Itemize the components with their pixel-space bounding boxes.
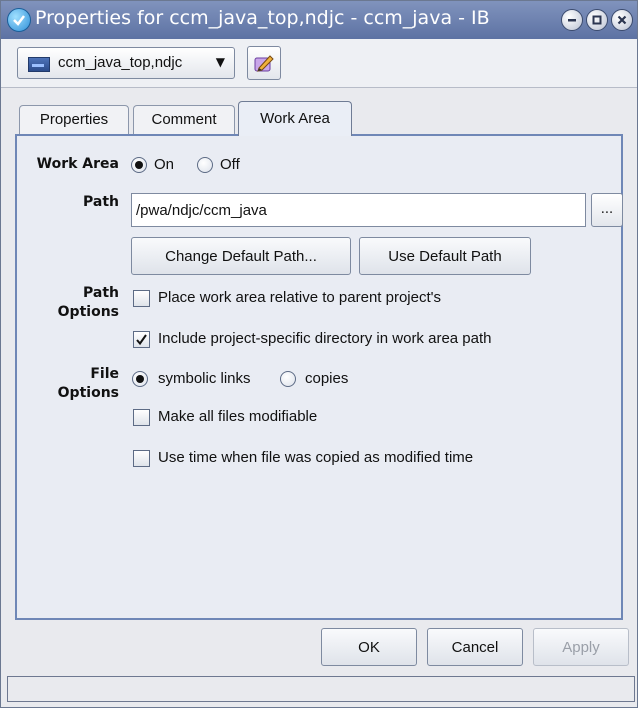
ok-button[interactable]: OK <box>321 628 417 666</box>
include-project-dir-label[interactable]: Include project-specific directory in wo… <box>158 330 492 347</box>
toolbar: ccm_java_top,ndjc ▼ <box>1 39 637 88</box>
edit-button[interactable] <box>247 46 281 80</box>
change-default-path-button[interactable]: Change Default Path... <box>131 237 351 275</box>
symbolic-links-label[interactable]: symbolic links <box>158 370 251 387</box>
make-files-modifiable-checkbox[interactable] <box>133 409 150 426</box>
window-title: Properties for ccm_java_top,ndjc - ccm_j… <box>35 7 490 29</box>
copies-radio[interactable] <box>280 371 296 387</box>
include-project-dir-checkbox[interactable] <box>133 331 150 348</box>
path-label: Path <box>83 194 119 210</box>
use-copy-time-label[interactable]: Use time when file was copied as modifie… <box>158 449 473 466</box>
title-bar[interactable]: Properties for ccm_java_top,ndjc - ccm_j… <box>1 1 637 39</box>
edit-pencil-icon <box>254 55 274 72</box>
tab-bar: Properties Comment Work Area <box>1 101 637 136</box>
project-icon <box>28 57 50 72</box>
work-area-on-radio[interactable] <box>131 157 147 173</box>
relative-to-parent-label[interactable]: Place work area relative to parent proje… <box>158 289 441 306</box>
relative-to-parent-checkbox[interactable] <box>133 290 150 307</box>
chevron-down-icon: ▼ <box>215 55 225 69</box>
symbolic-links-radio[interactable] <box>132 371 148 387</box>
apply-button[interactable]: Apply <box>533 628 629 666</box>
make-files-modifiable-label[interactable]: Make all files modifiable <box>158 408 317 425</box>
tab-work-area[interactable]: Work Area <box>238 101 352 136</box>
maximize-icon[interactable] <box>586 9 608 31</box>
project-selector-value: ccm_java_top,ndjc <box>58 54 183 71</box>
cancel-button[interactable]: Cancel <box>427 628 523 666</box>
path-options-label-line2: Options <box>57 304 119 320</box>
minimize-icon[interactable] <box>561 9 583 31</box>
properties-window: Properties for ccm_java_top,ndjc - ccm_j… <box>0 0 638 708</box>
project-selector[interactable]: ccm_java_top,ndjc ▼ <box>17 47 235 79</box>
app-check-icon <box>7 8 31 32</box>
file-options-label-line2: Options <box>57 385 119 401</box>
status-bar <box>7 676 635 702</box>
work-area-off-label[interactable]: Off <box>220 156 240 173</box>
tab-properties[interactable]: Properties <box>19 105 129 135</box>
file-options-label: File Options <box>19 365 119 403</box>
use-default-path-button[interactable]: Use Default Path <box>359 237 531 275</box>
copies-label[interactable]: copies <box>305 370 348 387</box>
close-icon[interactable] <box>611 9 633 31</box>
use-copy-time-checkbox[interactable] <box>133 450 150 467</box>
file-options-label-line1: File <box>90 366 119 382</box>
work-area-label: Work Area <box>36 156 119 172</box>
browse-button[interactable]: ... <box>591 193 623 227</box>
checkmark-icon <box>136 334 147 346</box>
path-input[interactable]: /pwa/ndjc/ccm_java <box>131 193 586 227</box>
path-options-label-line1: Path <box>83 285 119 301</box>
tab-comment[interactable]: Comment <box>133 105 235 135</box>
path-options-label: Path Options <box>19 284 119 322</box>
work-area-on-label[interactable]: On <box>154 156 174 173</box>
work-area-off-radio[interactable] <box>197 157 213 173</box>
